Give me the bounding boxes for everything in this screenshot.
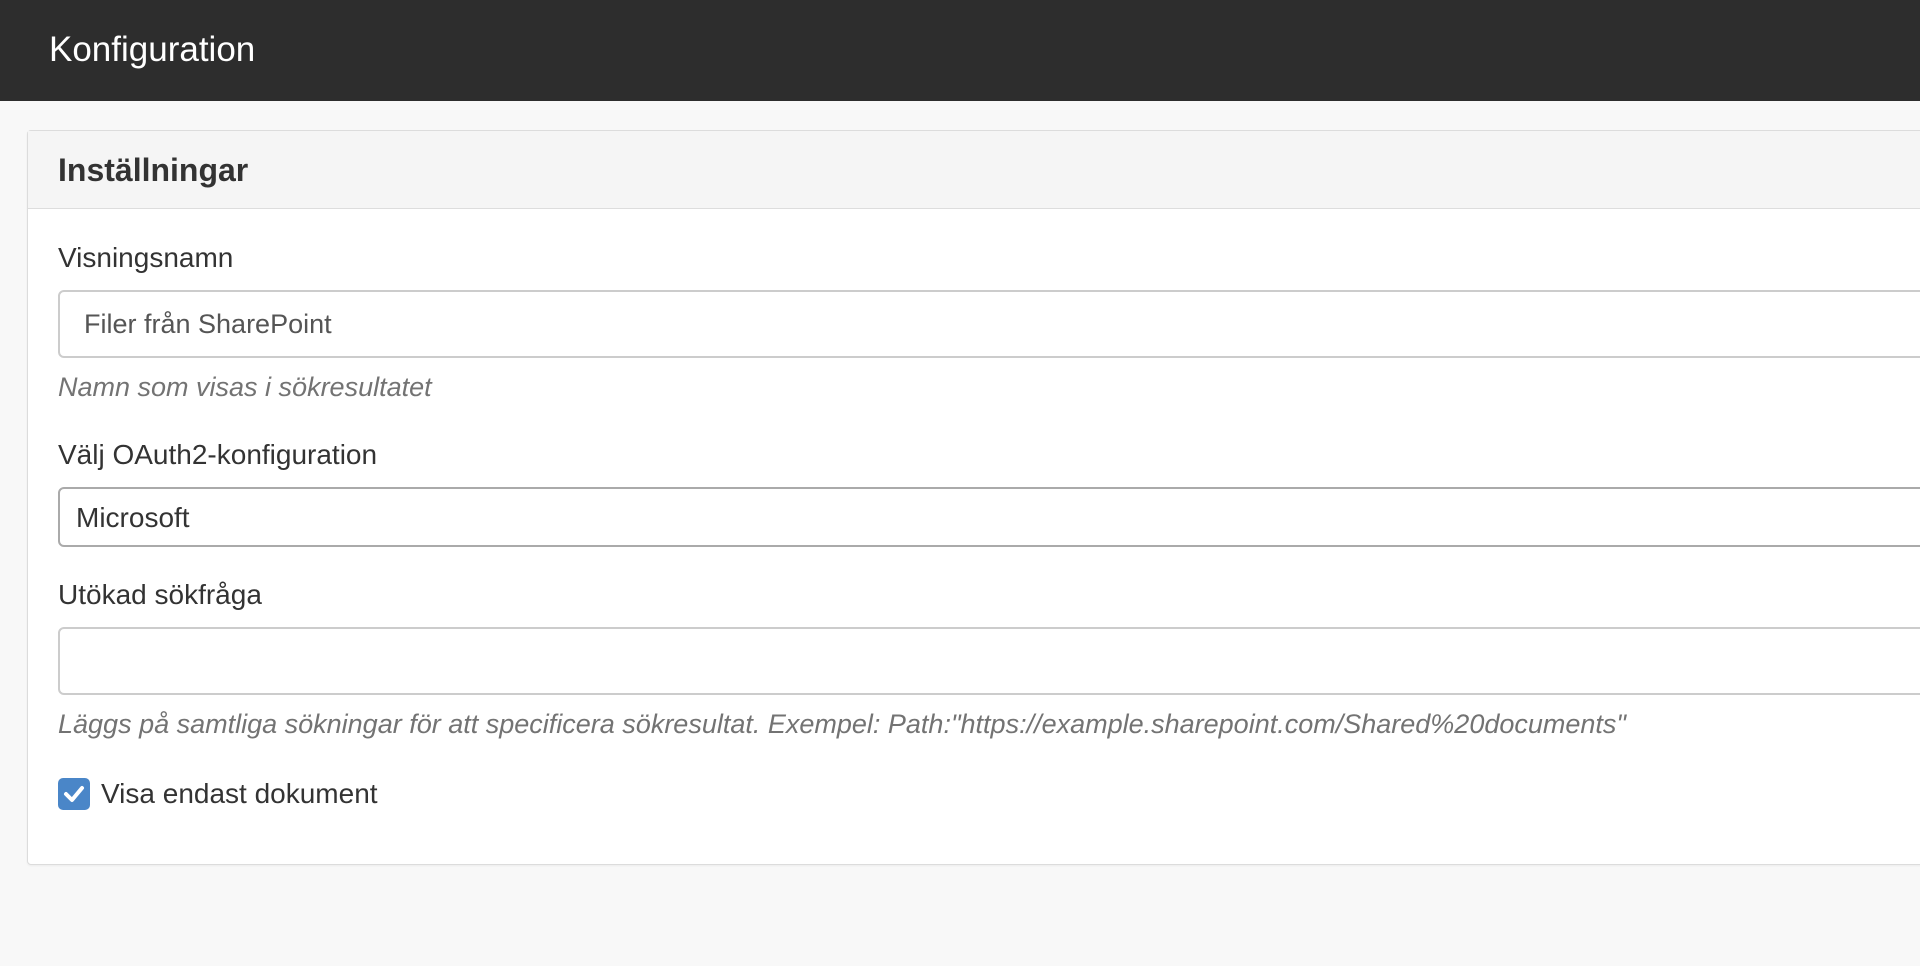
display-name-help: Namn som visas i sökresultatet — [58, 372, 432, 402]
oauth2-select[interactable]: Microsoft — [58, 487, 1920, 547]
top-bar: Konfiguration — [0, 0, 1920, 101]
display-name-input[interactable] — [58, 290, 1920, 358]
checkmark-icon — [64, 786, 84, 802]
page-title: Konfiguration — [49, 30, 256, 69]
documents-only-label[interactable]: Visa endast dokument — [101, 777, 378, 811]
settings-panel: Inställningar Visningsnamn Namn som visa… — [27, 130, 1920, 865]
extended-query-label: Utökad sökfråga — [58, 579, 262, 610]
panel-title: Inställningar — [58, 152, 249, 188]
extended-query-input[interactable] — [58, 627, 1920, 695]
extended-query-help: Läggs på samtliga sökningar för att spec… — [58, 709, 1626, 739]
display-name-label: Visningsnamn — [58, 242, 234, 273]
oauth2-label: Välj OAuth2-konfiguration — [58, 439, 378, 470]
documents-only-checkbox[interactable] — [58, 778, 90, 810]
oauth2-selected-value: Microsoft — [76, 502, 190, 533]
panel-header: Inställningar — [28, 131, 1920, 209]
